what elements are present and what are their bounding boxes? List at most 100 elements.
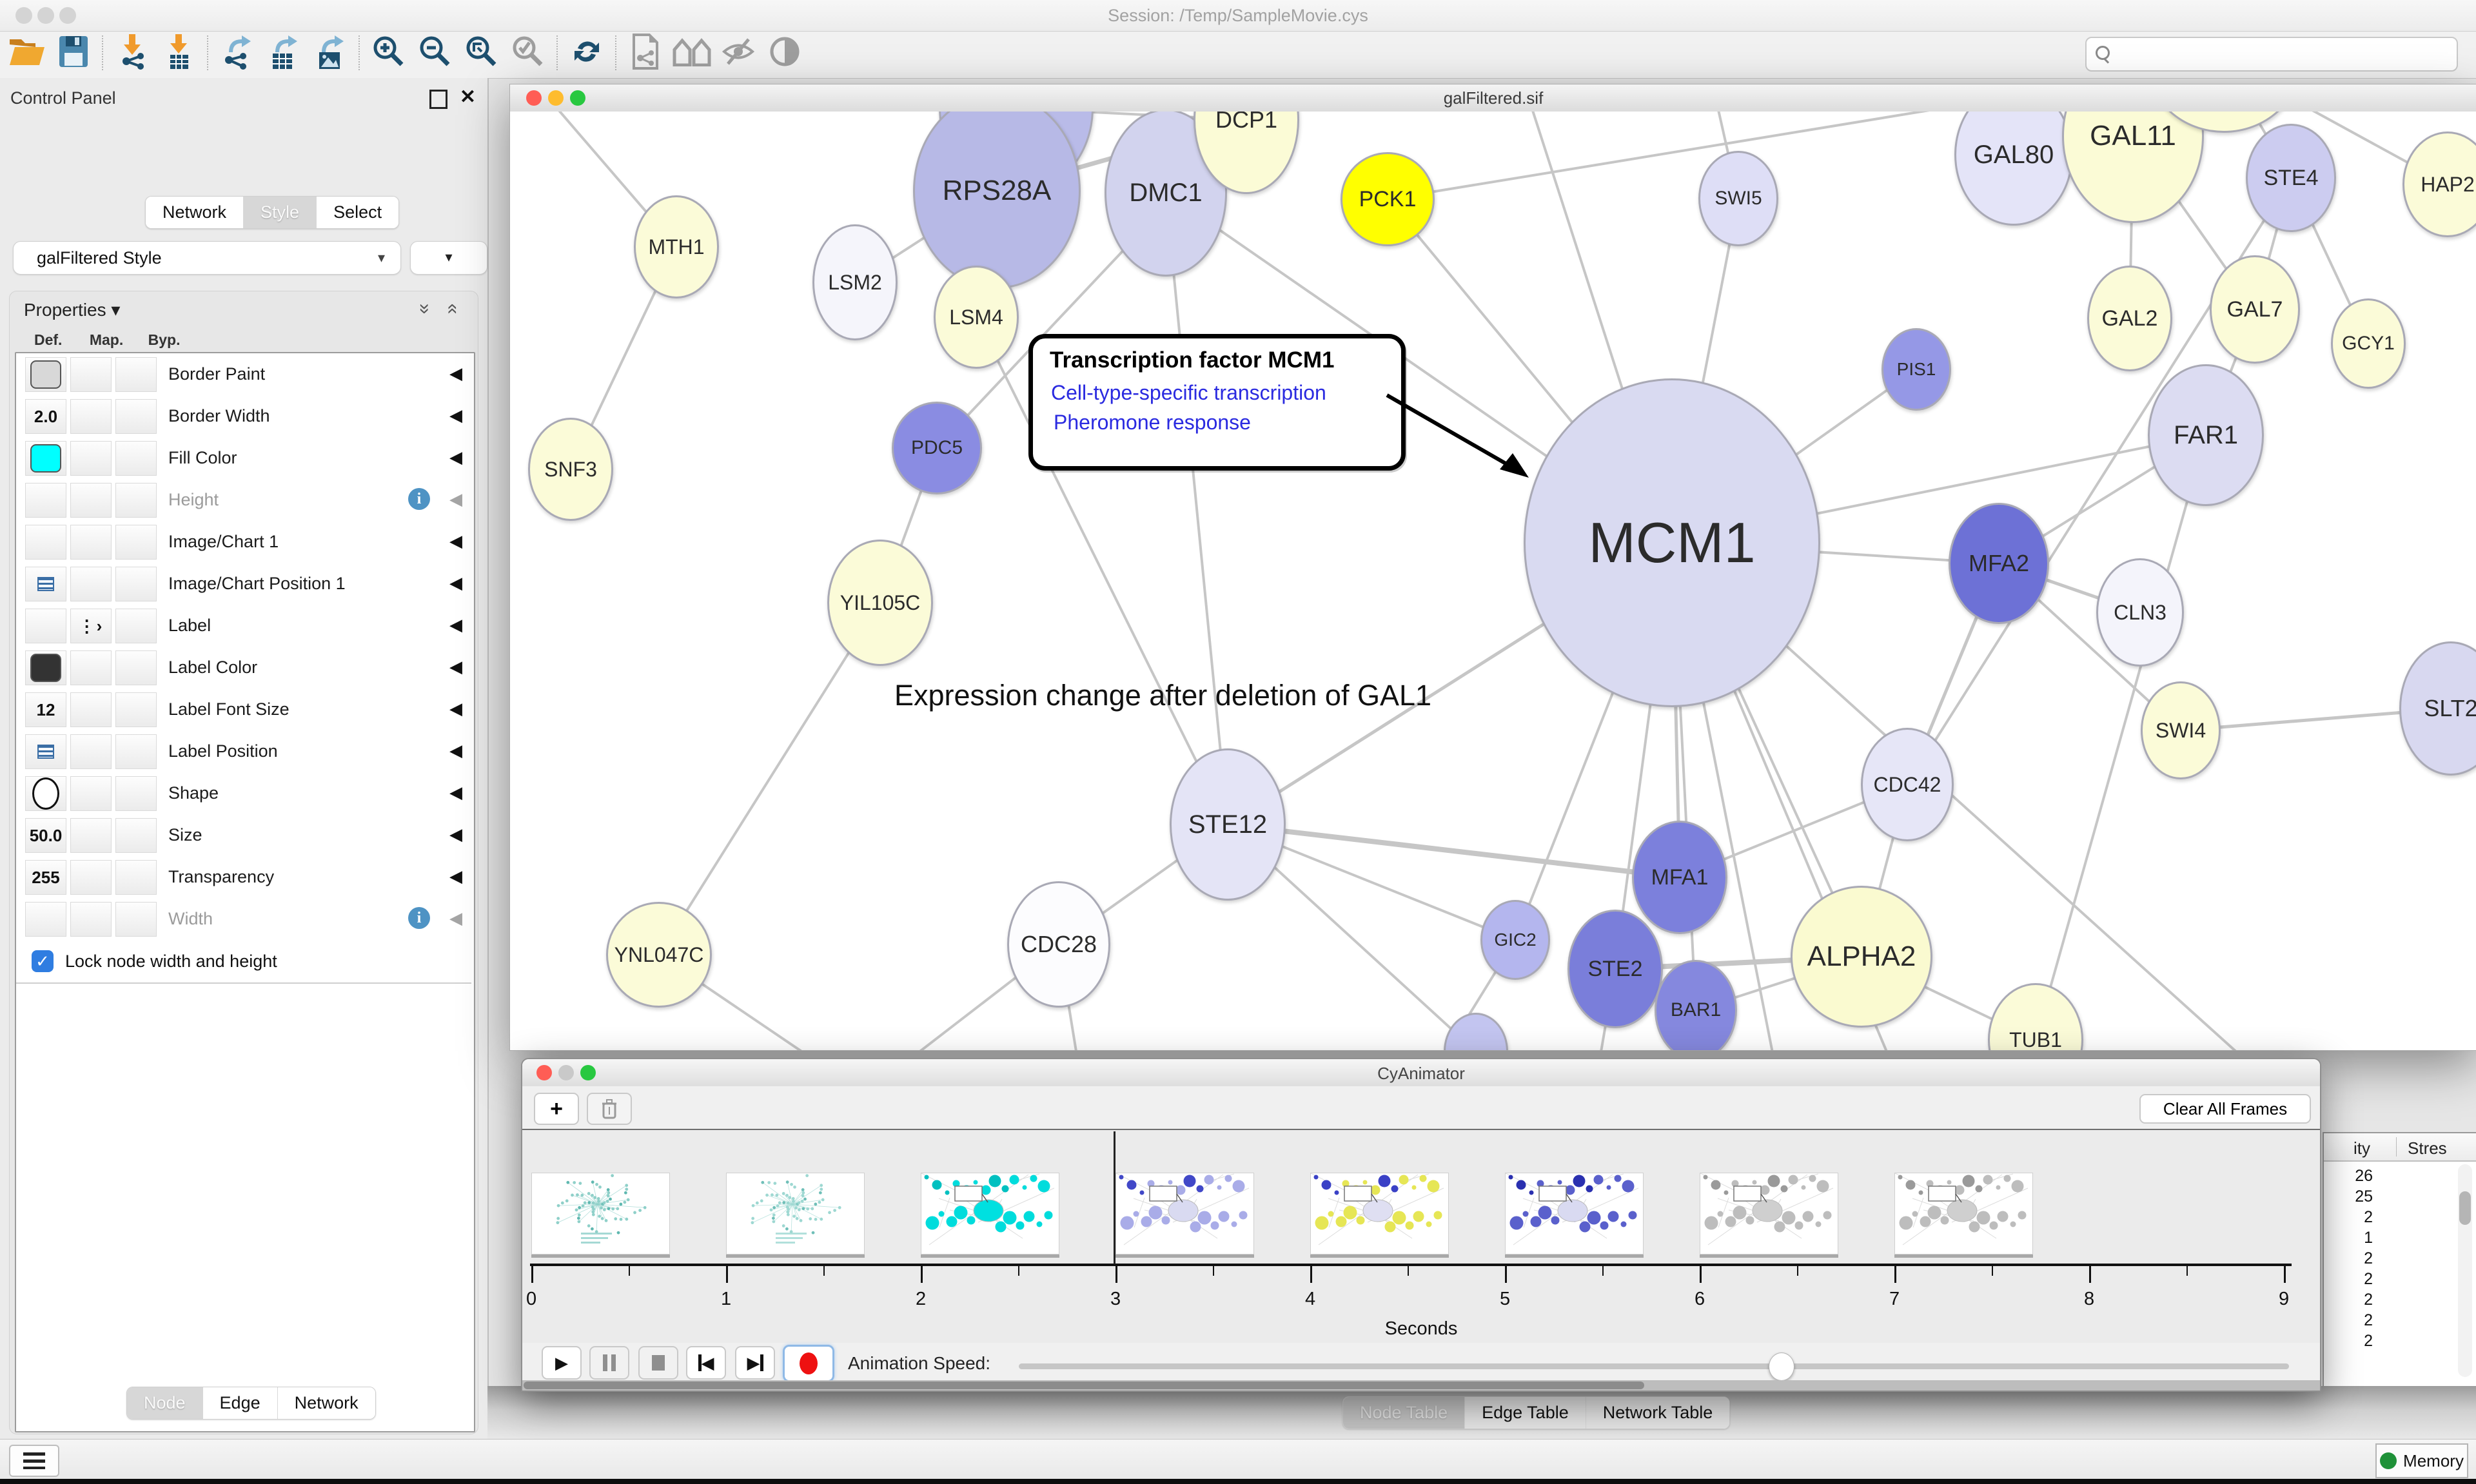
bypass-cell[interactable]	[115, 860, 157, 895]
frame-thumbnail-7[interactable]	[1894, 1173, 2033, 1255]
speed-slider[interactable]	[1019, 1363, 2289, 1369]
network-titlebar[interactable]: galFiltered.sif	[510, 84, 2476, 112]
frame-thumbnail-2[interactable]	[921, 1173, 1059, 1255]
style-select[interactable]: galFiltered Style ▾	[13, 241, 401, 275]
bypass-cell[interactable]	[115, 650, 157, 685]
mapping-cell[interactable]	[70, 692, 112, 727]
stop-button[interactable]	[638, 1346, 678, 1380]
default-value-cell[interactable]	[25, 567, 66, 601]
network-node-LSM4[interactable]: LSM4	[934, 266, 1019, 369]
zoom-fit-button[interactable]	[458, 32, 505, 74]
property-row-label-position[interactable]: Label Position◀	[16, 730, 471, 773]
memory-button[interactable]: Memory	[2375, 1443, 2468, 1478]
tab-node-table[interactable]: Node Table	[1343, 1397, 1465, 1429]
network-node-PCK1[interactable]: PCK1	[1341, 152, 1435, 246]
network-node-STE4[interactable]: STE4	[2246, 124, 2336, 232]
default-value-cell[interactable]	[25, 441, 66, 476]
tab-network-table[interactable]: Network Table	[1586, 1397, 1730, 1429]
network-node-GIC2[interactable]: GIC2	[1480, 900, 1550, 980]
timeline-scrollbar-thumb[interactable]	[524, 1381, 1644, 1389]
collapse-arrow-icon[interactable]: ◀	[449, 405, 462, 425]
mapping-cell[interactable]	[70, 650, 112, 685]
bypass-cell[interactable]	[115, 818, 157, 853]
record-button[interactable]	[783, 1345, 834, 1382]
network-node-MFA1[interactable]: MFA1	[1632, 821, 1727, 934]
export-network-button[interactable]	[214, 32, 260, 74]
skip-end-button[interactable]: ▶	[735, 1346, 775, 1380]
network-node-STE12[interactable]: STE12	[1170, 748, 1286, 901]
bypass-cell[interactable]	[115, 902, 157, 937]
property-row-transparency[interactable]: 255Transparency◀	[16, 856, 471, 899]
annotation-link-1[interactable]: Cell-type-specific transcription	[1051, 381, 1326, 405]
network-node-CDC42[interactable]: CDC42	[1861, 728, 1954, 841]
frame-thumbnail-4[interactable]	[1310, 1173, 1449, 1255]
export-table-button[interactable]	[260, 32, 307, 74]
mcm1-annotation[interactable]: Transcription factor MCM1 Cell-type-spec…	[1028, 334, 1406, 471]
bypass-cell[interactable]	[115, 441, 157, 476]
collapse-arrow-icon[interactable]: ◀	[449, 489, 462, 509]
collapse-arrow-icon[interactable]: ◀	[449, 657, 462, 677]
property-row-size[interactable]: 50.0Size◀	[16, 814, 471, 857]
close-panel-icon[interactable]: ✕	[460, 86, 476, 108]
annotation-link-2[interactable]: Pheromone response	[1054, 411, 1251, 434]
column-stress[interactable]: Stres	[2408, 1138, 2447, 1158]
collapse-arrow-icon[interactable]: ◀	[449, 908, 462, 928]
tab-select[interactable]: Select	[317, 197, 398, 228]
speed-slider-thumb[interactable]	[1769, 1352, 1794, 1381]
lock-checkbox[interactable]: ✓	[32, 950, 54, 972]
mapping-cell[interactable]: ⋮›	[70, 609, 112, 643]
show-graphics-button[interactable]	[761, 32, 808, 74]
property-row-border-paint[interactable]: Border Paint◀	[16, 353, 471, 396]
frame-thumbnail-0[interactable]	[531, 1173, 670, 1255]
bypass-cell[interactable]	[115, 483, 157, 518]
bypass-cell[interactable]	[115, 357, 157, 392]
mapping-cell[interactable]	[70, 483, 112, 518]
collapse-arrow-icon[interactable]: ◀	[449, 447, 462, 467]
collapse-arrow-icon[interactable]: ◀	[449, 783, 462, 803]
mapping-cell[interactable]	[70, 525, 112, 560]
bypass-cell[interactable]	[115, 525, 157, 560]
network-node-MTH1[interactable]: MTH1	[634, 195, 719, 298]
task-history-button[interactable]	[9, 1445, 59, 1477]
frame-thumbnail-5[interactable]	[1505, 1173, 1644, 1255]
default-value-cell[interactable]	[25, 609, 66, 643]
network-node-FAR1[interactable]: FAR1	[2148, 364, 2264, 506]
collapse-all-icon[interactable]: «	[447, 298, 458, 320]
collapse-arrow-icon[interactable]: ◀	[449, 364, 462, 384]
network-node-STE2[interactable]: STE2	[1567, 910, 1663, 1028]
network-node-LSM2[interactable]: LSM2	[812, 224, 898, 340]
default-value-cell[interactable]	[25, 734, 66, 769]
tab-network-style[interactable]: Network	[278, 1387, 375, 1419]
pause-button[interactable]	[589, 1346, 629, 1380]
nested-networks-button[interactable]	[669, 32, 715, 74]
info-icon[interactable]: i	[408, 907, 430, 929]
collapse-arrow-icon[interactable]: ◀	[449, 825, 462, 845]
network-node-YNL047C[interactable]: YNL047C	[606, 902, 712, 1008]
tab-edge-table[interactable]: Edge Table	[1465, 1397, 1586, 1429]
default-value-cell[interactable]	[25, 902, 66, 937]
property-row-shape[interactable]: Shape◀	[16, 772, 471, 815]
collapse-arrow-icon[interactable]: ◀	[449, 866, 462, 886]
mapping-cell[interactable]	[70, 567, 112, 601]
default-value-cell[interactable]	[25, 776, 66, 811]
mapping-cell[interactable]	[70, 357, 112, 392]
collapse-arrow-icon[interactable]: ◀	[449, 741, 462, 761]
zoom-in-button[interactable]	[366, 32, 412, 74]
import-network-button[interactable]	[109, 32, 155, 74]
network-node-MCM1[interactable]: MCM1	[1524, 378, 1820, 707]
bypass-cell[interactable]	[115, 776, 157, 811]
open-session-button[interactable]	[4, 32, 50, 74]
bypass-cell[interactable]	[115, 734, 157, 769]
default-value-cell[interactable]: 50.0	[25, 818, 66, 853]
property-row-fill-color[interactable]: Fill Color◀	[16, 437, 471, 480]
bypass-cell[interactable]	[115, 567, 157, 601]
export-image-button[interactable]	[307, 32, 353, 74]
default-value-cell[interactable]	[25, 483, 66, 518]
network-node-PDC5[interactable]: PDC5	[892, 402, 982, 494]
property-row-image-chart-position-1[interactable]: Image/Chart Position 1◀	[16, 563, 471, 605]
import-table-button[interactable]	[155, 32, 202, 74]
add-frame-button[interactable]: +	[534, 1093, 579, 1125]
mapping-cell[interactable]	[70, 734, 112, 769]
refresh-view-button[interactable]	[564, 32, 610, 74]
bypass-cell[interactable]	[115, 609, 157, 643]
